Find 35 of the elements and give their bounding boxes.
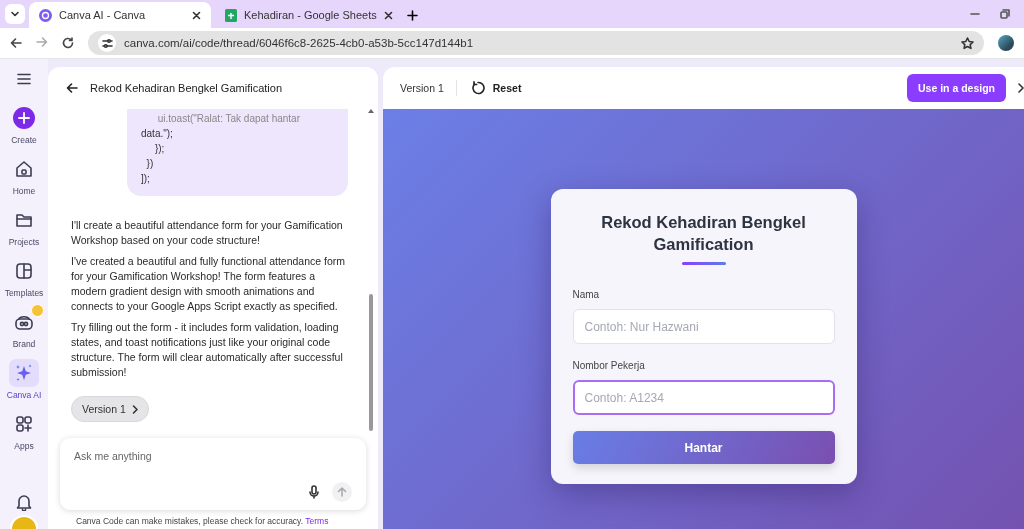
browser-tab[interactable]: Kehadiran - Google Sheets (215, 2, 397, 28)
use-in-design-button[interactable]: Use in a design (906, 74, 1006, 102)
url-text: canva.com/ai/code/thread/6046f6c8-2625-4cb0-a53b-5cc147d144b1 (124, 37, 475, 49)
address-bar[interactable]: canva.com/ai/code/thread/6046f6c8-2625-4cb0-a53b-5cc147d144b1 (88, 31, 984, 55)
browser-tab[interactable]: Canva AI - Canva (29, 2, 211, 28)
sidebar-item[interactable]: Home (0, 150, 48, 201)
version-label: Version 1 (400, 82, 444, 94)
reset-button[interactable]: Reset (470, 81, 522, 95)
tab-title: Kehadiran - Google Sheets (244, 9, 377, 21)
submit-button[interactable]: Hantar (572, 431, 835, 464)
assistant-message: I'll create a beautiful attendance form for your Gamification Workshop based on your code structure! (71, 218, 344, 248)
terms-link[interactable]: Terms (305, 516, 329, 526)
sidebar-item[interactable]: Templates (0, 252, 48, 303)
field-label: Nombor Pekerja (572, 360, 646, 371)
sidebar-item[interactable]: Brand (0, 303, 48, 354)
sidebar-item[interactable]: Projects (0, 201, 48, 252)
chat-input[interactable]: Ask me anything (60, 438, 366, 510)
sidebar-item[interactable]: Canva AI (0, 354, 48, 405)
field-label: Nama (572, 289, 601, 300)
chat-input-text[interactable]: Ask me anything (74, 450, 352, 462)
input-field[interactable]: Contoh: A1234 (572, 380, 835, 415)
code-line: ui.toast("Ralat: Tak dapat hantar (156, 112, 301, 126)
code-line: }) (145, 157, 155, 171)
code-line: }); (153, 142, 166, 156)
sidebar-item[interactable]: Create (0, 99, 48, 150)
tab-title: Canva AI - Canva (59, 9, 147, 21)
chat-title: Rekod Kehadiran Bengkel Gamification (90, 82, 282, 94)
sidebar-item[interactable]: Apps (0, 405, 48, 456)
assistant-message: Try filling out the form - it includes form validation, loading states, and toast notifications just like your original code structure. The form will clear automatically after successful submission! (71, 320, 344, 380)
form-title: Rekod Kehadiran Bengkel Gamification (600, 212, 807, 255)
code-line: ]); (141, 172, 151, 186)
disclaimer-text: Canva Code can make mistakes, please check for accuracy. (76, 516, 304, 526)
code-line: data."); (141, 127, 174, 141)
assistant-message: I've created a beautiful and fully functional attendance form for your Gamification Workshop! The form features a modern gradient design with smooth animations and connects to your Google Apps Script exactly as specified. (71, 254, 346, 314)
version-button[interactable]: Version 1 (71, 396, 149, 422)
